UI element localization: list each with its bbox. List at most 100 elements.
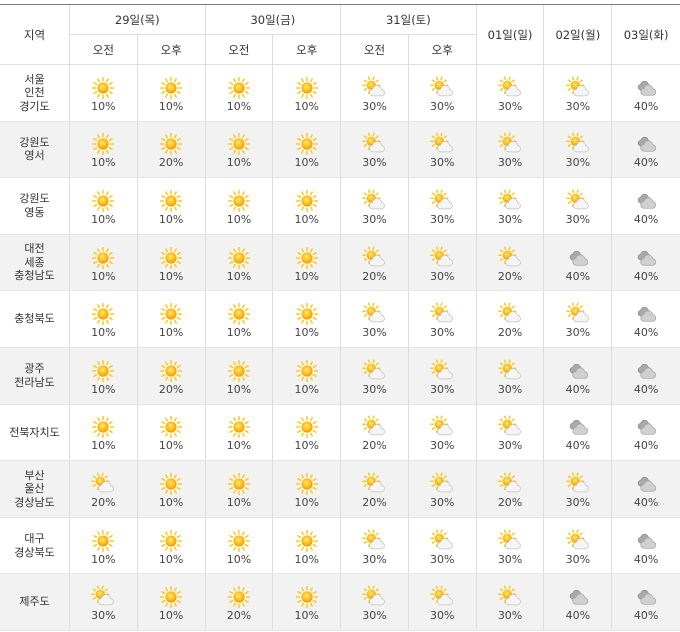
partly-cloudy-icon — [430, 246, 454, 266]
precip-chance: 10% — [91, 269, 116, 283]
precip-chance: 30% — [497, 212, 523, 226]
cloudy-icon — [637, 420, 657, 436]
forecast-cell: 20% — [477, 291, 545, 347]
region-cell: 광주 전라남도 — [0, 347, 70, 404]
forecast-cell: 30% — [341, 178, 409, 234]
partly-cloudy-icon — [430, 585, 454, 606]
forecast-cell: 20% — [341, 461, 409, 517]
header-period: 오후 — [408, 35, 477, 65]
sunny-icon — [160, 189, 183, 213]
sunny-icon — [92, 189, 115, 213]
region-cell: 대구 경상북도 — [0, 517, 70, 574]
cloudy-icon — [637, 476, 657, 492]
forecast-cell: 30% — [341, 291, 409, 347]
forecast-cell: 10% — [138, 574, 206, 630]
partly-cloudy-icon — [91, 585, 115, 606]
region-cell: 강원도 영서 — [0, 121, 70, 178]
precip-chance: 10% — [91, 552, 116, 566]
precip-chance: 30% — [497, 382, 523, 396]
region-name: 전라남도 — [14, 375, 55, 389]
partly-cloudy-icon — [362, 132, 386, 153]
precip-chance: 10% — [294, 269, 319, 283]
forecast-cell: 30% — [544, 517, 613, 574]
forecast-row: 부산 울산 경상남도 20% 10% 10% 10% 20% 30% 20% 30% 40% — [0, 461, 680, 518]
forecast-body: 서울 인천 경기도 10% 10% 10% 10% 30% 30% 30% 30% 40% 강원도 영서 1… — [0, 65, 680, 631]
forecast-cell: 10% — [70, 347, 138, 404]
partly-cloudy-icon — [498, 415, 521, 436]
sunny-icon — [227, 133, 251, 156]
forecast-cell: 30% — [341, 347, 409, 404]
sunny-icon — [92, 76, 115, 99]
precip-chance: 20% — [158, 382, 184, 396]
forecast-cell: 20% — [138, 347, 206, 404]
partly-cloudy-icon — [498, 585, 521, 606]
partly-cloudy-icon — [565, 76, 589, 97]
sunny-icon — [92, 246, 115, 269]
precip-chance: 10% — [294, 99, 319, 113]
precip-chance: 30% — [565, 495, 591, 509]
partly-cloudy-icon — [498, 472, 521, 493]
sunny-icon — [295, 359, 318, 382]
partly-cloudy-icon — [91, 472, 115, 493]
partly-cloudy-icon — [498, 132, 521, 153]
sunny-icon — [160, 133, 183, 156]
precip-chance: 10% — [158, 552, 184, 566]
region-name: 울산 — [24, 482, 45, 496]
forecast-cell: 10% — [206, 347, 274, 404]
region-name: 충청남도 — [14, 269, 55, 283]
precip-chance: 20% — [497, 326, 523, 340]
region-name: 충청북도 — [14, 312, 55, 326]
precip-chance: 30% — [362, 156, 387, 170]
forecast-cell: 40% — [612, 405, 680, 461]
partly-cloudy-icon — [430, 132, 454, 153]
sunny-icon — [227, 416, 251, 439]
cloudy-icon — [637, 307, 657, 322]
header-day: 03일(화) — [612, 5, 680, 65]
forecast-cell: 10% — [273, 517, 342, 574]
sunny-icon — [227, 529, 251, 552]
header-region: 지역 — [0, 5, 70, 65]
forecast-row: 광주 전라남도 10% 20% 10% 10% 30% 30% 30% 40% 40% — [0, 347, 680, 405]
precip-chance: 10% — [294, 439, 319, 453]
partly-cloudy-icon — [430, 472, 454, 493]
sunny-icon — [92, 133, 115, 156]
forecast-cell: 40% — [544, 234, 613, 291]
forecast-table: 지역 29일(목) 30일(금) 31일(토) 01일(일) 02일(월) 03… — [0, 4, 680, 631]
cloudy-icon — [569, 250, 588, 266]
forecast-cell: 40% — [612, 291, 680, 347]
precip-chance: 10% — [91, 99, 116, 113]
forecast-cell: 10% — [70, 517, 138, 574]
header-period: 오전 — [205, 35, 274, 65]
precip-chance: 40% — [633, 495, 659, 509]
cloudy-icon — [637, 533, 657, 549]
forecast-cell: 30% — [341, 121, 409, 178]
region-name: 경상남도 — [14, 495, 55, 509]
precip-chance: 40% — [565, 269, 591, 283]
forecast-cell: 30% — [477, 517, 545, 574]
precip-chance: 10% — [158, 326, 184, 340]
precip-chance: 30% — [362, 326, 387, 340]
partly-cloudy-icon — [498, 189, 521, 210]
sunny-icon — [160, 76, 183, 99]
precip-chance: 30% — [565, 212, 591, 226]
sunny-icon — [295, 416, 318, 439]
partly-cloudy-icon — [362, 472, 386, 493]
sunny-icon — [92, 359, 115, 382]
forecast-cell: 40% — [612, 65, 680, 121]
precip-chance: 10% — [91, 156, 116, 170]
forecast-cell: 40% — [544, 347, 613, 404]
forecast-cell: 10% — [138, 178, 206, 234]
forecast-cell: 40% — [544, 404, 613, 461]
sunny-icon — [92, 303, 115, 326]
precip-chance: 10% — [226, 552, 252, 566]
forecast-cell: 10% — [273, 121, 342, 178]
partly-cloudy-icon — [565, 189, 589, 210]
precip-chance: 20% — [362, 495, 387, 509]
partly-cloudy-icon — [565, 472, 589, 493]
forecast-cell: 20% — [341, 234, 409, 291]
forecast-cell: 30% — [477, 347, 545, 404]
forecast-row: 제주도 30% 10% 20% 10% 30% 30% 30% 40% 40% — [0, 574, 680, 631]
precip-chance: 10% — [226, 439, 252, 453]
header-period: 오후 — [273, 35, 342, 65]
forecast-cell: 30% — [477, 404, 545, 461]
